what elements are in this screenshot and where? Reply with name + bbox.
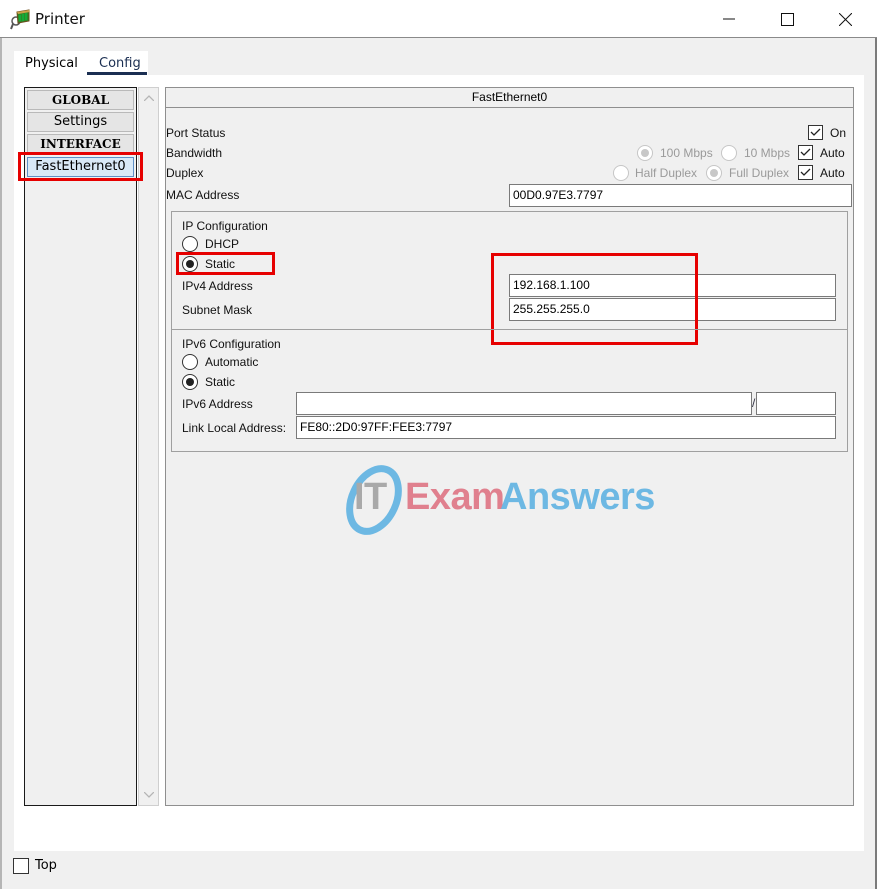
top-checkbox[interactable] [13, 858, 29, 874]
mac-address-input[interactable]: 00D0.97E3.7797 [509, 184, 852, 207]
ipv6-address-label: IPv6 Address [182, 397, 253, 411]
bandwidth-auto-checkbox[interactable] [798, 145, 813, 160]
tab-config[interactable]: Config [99, 56, 141, 71]
close-icon [838, 12, 852, 26]
checkmark-icon [800, 148, 811, 156]
logo-exam: Exam [405, 476, 505, 518]
subnet-mask-input[interactable]: 255.255.255.0 [509, 298, 836, 321]
ip-configuration-title: IP Configuration [182, 219, 268, 233]
ipv6-static-radio[interactable] [182, 374, 198, 390]
top-label: Top [35, 858, 57, 873]
chevron-up-icon [143, 95, 154, 101]
checkmark-icon [810, 128, 821, 136]
sidebar-item-settings[interactable]: Settings [27, 112, 134, 132]
tab-physical[interactable]: Physical [25, 56, 78, 71]
printer-icon [10, 9, 32, 30]
ipv4-address-label: IPv4 Address [182, 279, 253, 293]
bandwidth-100-radio[interactable] [637, 145, 653, 161]
duplex-auto-checkbox[interactable] [798, 165, 813, 180]
sidebar-scrollbar[interactable] [138, 87, 159, 806]
minimize-icon [723, 18, 735, 20]
minimize-button[interactable] [700, 0, 758, 38]
port-status-on-label: On [830, 126, 847, 140]
duplex-auto-label: Auto [820, 166, 845, 180]
sidebar-header-interface[interactable]: INTERFACE [27, 134, 134, 154]
bandwidth-label: Bandwidth [166, 146, 223, 160]
scroll-down-button[interactable] [139, 785, 158, 805]
logo-it: IT [354, 476, 387, 518]
bandwidth-auto-label: Auto [820, 146, 845, 160]
link-local-address-label: Link Local Address: [182, 421, 287, 435]
duplex-label: Duplex [166, 166, 204, 180]
prefix-separator: / [752, 396, 756, 410]
ipv4-address-input[interactable]: 192.168.1.100 [509, 274, 836, 297]
bandwidth-10-label: 10 Mbps [744, 146, 791, 160]
dhcp-label: DHCP [205, 237, 240, 251]
static-ipv4-radio[interactable] [182, 256, 198, 272]
maximize-icon [780, 12, 794, 26]
static-ipv4-label: Static [205, 257, 236, 271]
sidebar-item-fastethernet0[interactable]: FastEthernet0 [27, 157, 134, 177]
logo-answers: Answers [500, 476, 655, 518]
ipv6-configuration-title: IPv6 Configuration [182, 337, 281, 351]
checkmark-icon [800, 168, 811, 176]
sidebar-header-global[interactable]: GLOBAL [27, 90, 134, 110]
chevron-down-icon [143, 792, 154, 798]
full-duplex-label: Full Duplex [729, 166, 790, 180]
ipv6-static-label: Static [205, 375, 236, 389]
half-duplex-label: Half Duplex [635, 166, 698, 180]
subnet-mask-label: Subnet Mask [182, 303, 253, 317]
link-local-address-input[interactable]: FE80::2D0:97FF:FEE3:7797 [296, 416, 836, 439]
dhcp-radio[interactable] [182, 236, 198, 252]
window-border-left [0, 38, 2, 889]
ipv6-address-input[interactable] [296, 392, 752, 415]
ipv6-automatic-label: Automatic [205, 355, 259, 369]
window-title: Printer [35, 10, 85, 28]
bandwidth-10-radio[interactable] [721, 145, 737, 161]
maximize-button[interactable] [758, 0, 816, 38]
mac-address-label: MAC Address [166, 188, 240, 202]
port-status-label: Port Status [166, 126, 226, 140]
ipv6-automatic-radio[interactable] [182, 354, 198, 370]
close-button[interactable] [816, 0, 874, 38]
half-duplex-radio[interactable] [613, 165, 629, 181]
bandwidth-100-label: 100 Mbps [660, 146, 713, 160]
port-status-checkbox[interactable] [808, 125, 823, 140]
panel-title: FastEthernet0 [166, 88, 853, 108]
itexamanswers-watermark: IT Exam Answers [342, 462, 655, 536]
sidebar: GLOBAL Settings INTERFACE FastEthernet0 [24, 87, 137, 806]
full-duplex-radio[interactable] [706, 165, 722, 181]
ipv6-prefix-input[interactable] [756, 392, 836, 415]
scroll-up-button[interactable] [139, 88, 158, 108]
